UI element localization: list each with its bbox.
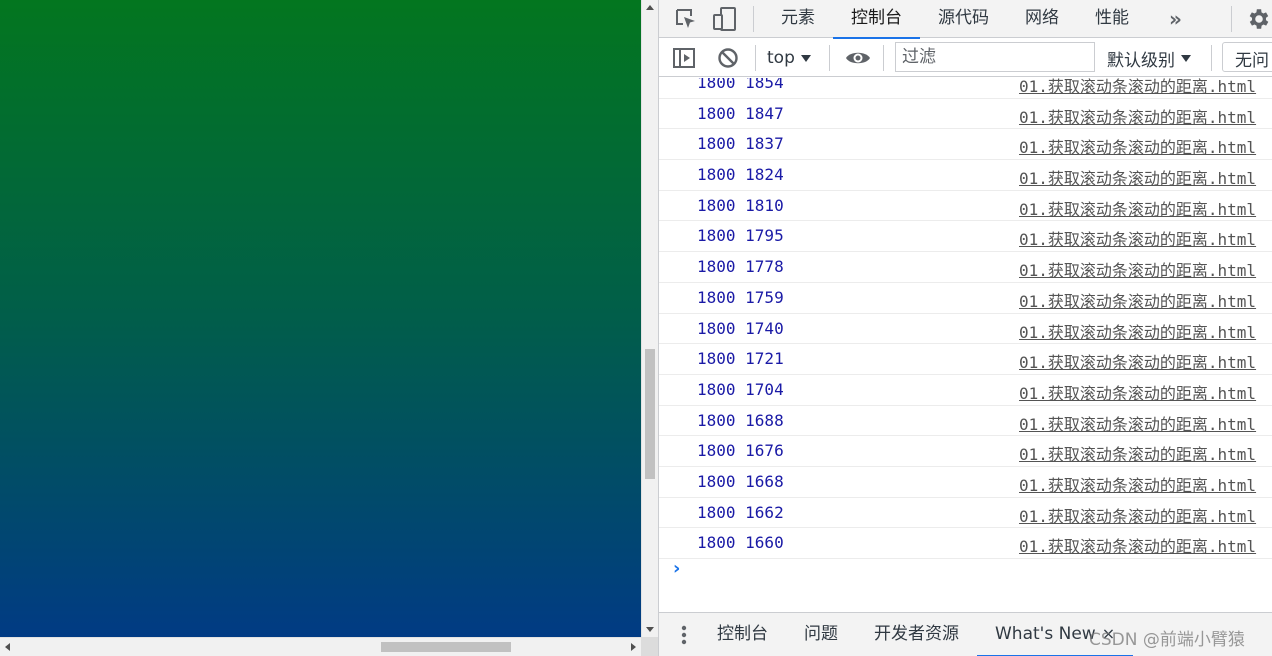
console-row: 1800 1854 01.获取滚动条滚动的距离.html bbox=[659, 78, 1272, 99]
tab-console[interactable]: 控制台 bbox=[833, 0, 920, 39]
console-source-link[interactable]: 01.获取滚动条滚动的距离.html bbox=[1019, 226, 1256, 250]
console-source-link[interactable]: 01.获取滚动条滚动的距离.html bbox=[1019, 411, 1256, 435]
console-source-link[interactable]: 01.获取滚动条滚动的距离.html bbox=[1019, 196, 1256, 220]
eye-icon[interactable] bbox=[845, 48, 871, 68]
console-message: 1800 1688 bbox=[697, 410, 784, 430]
devtools-tab-bar: 元素 控制台 源代码 网络 性能 » bbox=[659, 0, 1272, 39]
console-source-link[interactable]: 01.获取滚动条滚动的距离.html bbox=[1019, 503, 1256, 527]
console-source-link[interactable]: 01.获取滚动条滚动的距离.html bbox=[1019, 257, 1256, 281]
console-source-link[interactable]: 01.获取滚动条滚动的距离.html bbox=[1019, 441, 1256, 465]
page-viewport bbox=[0, 0, 641, 637]
console-source-link[interactable]: 01.获取滚动条滚动的距离.html bbox=[1019, 349, 1256, 373]
console-row: 1800 1676 01.获取滚动条滚动的距离.html bbox=[659, 436, 1272, 467]
devtools-tabs: 元素 控制台 源代码 网络 性能 bbox=[763, 0, 1147, 39]
tab-performance[interactable]: 性能 bbox=[1077, 0, 1147, 38]
console-row: 1800 1837 01.获取滚动条滚动的距离.html bbox=[659, 129, 1272, 161]
console-message: 1800 1704 bbox=[697, 379, 784, 399]
console-message: 1800 1668 bbox=[697, 471, 784, 491]
console-source-link[interactable]: 01.获取滚动条滚动的距离.html bbox=[1019, 319, 1256, 343]
clear-console-icon[interactable] bbox=[717, 47, 739, 69]
drawer-tabs: 控制台 问题 开发者资源 What's New × bbox=[699, 613, 1134, 656]
console-toolbar: top 默认级别 无问 bbox=[659, 39, 1272, 77]
console-rows: 1800 1854 01.获取滚动条滚动的距离.html 1800 1847 01.获… bbox=[659, 78, 1272, 559]
device-toolbar-icon[interactable] bbox=[713, 7, 737, 31]
console-row: 1800 1704 01.获取滚动条滚动的距离.html bbox=[659, 375, 1272, 406]
console-source-link[interactable]: 01.获取滚动条滚动的距离.html bbox=[1019, 380, 1256, 404]
drawer-tab-console[interactable]: 控制台 bbox=[699, 613, 786, 656]
console-row: 1800 1847 01.获取滚动条滚动的距离.html bbox=[659, 99, 1272, 130]
drawer-tab-developer-resources[interactable]: 开发者资源 bbox=[856, 613, 977, 656]
scroll-right-arrow-icon[interactable] bbox=[631, 643, 636, 651]
toolbar-divider bbox=[755, 45, 756, 71]
issues-button[interactable]: 无问 bbox=[1222, 42, 1272, 72]
context-selector[interactable]: top bbox=[767, 46, 811, 70]
tab-network[interactable]: 网络 bbox=[1007, 0, 1077, 38]
vertical-scroll-thumb[interactable] bbox=[645, 349, 655, 479]
console-message: 1800 1854 bbox=[697, 78, 784, 92]
console-row: 1800 1721 01.获取滚动条滚动的距离.html bbox=[659, 344, 1272, 375]
chevron-down-icon bbox=[1181, 54, 1191, 62]
context-selector-label: top bbox=[767, 48, 795, 68]
log-levels-selector[interactable]: 默认级别 bbox=[1107, 46, 1191, 71]
console-row: 1800 1778 01.获取滚动条滚动的距离.html bbox=[659, 252, 1272, 283]
toolbar-divider bbox=[883, 45, 884, 71]
toolbar-divider bbox=[1211, 45, 1212, 71]
scroll-down-arrow-icon[interactable] bbox=[646, 627, 654, 632]
console-row: 1800 1660 01.获取滚动条滚动的距离.html bbox=[659, 528, 1272, 559]
console-row: 1800 1759 01.获取滚动条滚动的距离.html bbox=[659, 283, 1272, 314]
console-message: 1800 1795 bbox=[697, 226, 784, 246]
console-output[interactable]: 1800 1854 01.获取滚动条滚动的距离.html 1800 1847 01.获… bbox=[659, 78, 1272, 612]
more-vertical-icon[interactable] bbox=[681, 625, 687, 645]
tab-sources[interactable]: 源代码 bbox=[920, 0, 1007, 38]
console-message: 1800 1759 bbox=[697, 287, 784, 307]
console-message: 1800 1837 bbox=[697, 134, 784, 154]
devtools-panel: 元素 控制台 源代码 网络 性能 » top 过滤 默认级别 无问 1800 1… bbox=[658, 0, 1272, 656]
console-source-link[interactable]: 01.获取滚动条滚动的距离.html bbox=[1019, 288, 1256, 312]
console-message: 1800 1660 bbox=[697, 533, 784, 553]
toolbar-divider bbox=[1231, 6, 1232, 32]
console-message: 1800 1662 bbox=[697, 502, 784, 522]
inspect-element-icon[interactable] bbox=[675, 8, 697, 30]
console-row: 1800 1824 01.获取滚动条滚动的距离.html bbox=[659, 160, 1272, 191]
toolbar-divider bbox=[829, 45, 830, 71]
console-source-link[interactable]: 01.获取滚动条滚动的距离.html bbox=[1019, 104, 1256, 128]
console-prompt[interactable]: › bbox=[673, 558, 680, 579]
devtools-drawer: 控制台 问题 开发者资源 What's New × CSDN @前端小臂猿 bbox=[659, 612, 1272, 656]
console-source-link[interactable]: 01.获取滚动条滚动的距离.html bbox=[1019, 78, 1256, 97]
tab-elements[interactable]: 元素 bbox=[763, 0, 833, 38]
console-message: 1800 1676 bbox=[697, 441, 784, 461]
page-vertical-scrollbar[interactable] bbox=[641, 0, 658, 637]
console-source-link[interactable]: 01.获取滚动条滚动的距离.html bbox=[1019, 472, 1256, 496]
console-row: 1800 1795 01.获取滚动条滚动的距离.html bbox=[659, 221, 1272, 253]
horizontal-scroll-thumb[interactable] bbox=[381, 642, 511, 652]
console-message: 1800 1721 bbox=[697, 349, 784, 369]
console-message: 1800 1847 bbox=[697, 103, 784, 123]
console-source-link[interactable]: 01.获取滚动条滚动的距离.html bbox=[1019, 134, 1256, 158]
more-tabs-icon[interactable]: » bbox=[1169, 7, 1182, 31]
console-message: 1800 1810 bbox=[697, 195, 784, 215]
console-row: 1800 1662 01.获取滚动条滚动的距离.html bbox=[659, 498, 1272, 529]
console-message: 1800 1778 bbox=[697, 257, 784, 277]
chevron-down-icon bbox=[800, 54, 811, 62]
sidebar-toggle-icon[interactable] bbox=[673, 48, 695, 68]
log-levels-label: 默认级别 bbox=[1107, 50, 1175, 71]
drawer-tab-issues[interactable]: 问题 bbox=[786, 613, 856, 656]
page-horizontal-scrollbar[interactable] bbox=[0, 637, 641, 656]
toolbar-divider bbox=[753, 6, 754, 32]
watermark: CSDN @前端小臂猿 bbox=[1089, 630, 1245, 650]
console-row: 1800 1688 01.获取滚动条滚动的距离.html bbox=[659, 406, 1272, 437]
scroll-left-arrow-icon[interactable] bbox=[5, 643, 10, 651]
console-row: 1800 1740 01.获取滚动条滚动的距离.html bbox=[659, 314, 1272, 345]
scrollbar-corner bbox=[641, 637, 658, 656]
console-row: 1800 1668 01.获取滚动条滚动的距离.html bbox=[659, 467, 1272, 498]
drawer-tab-whats-new-label: What's New bbox=[995, 624, 1096, 644]
scroll-up-arrow-icon[interactable] bbox=[646, 5, 654, 10]
console-row: 1800 1810 01.获取滚动条滚动的距离.html bbox=[659, 191, 1272, 222]
console-source-link[interactable]: 01.获取滚动条滚动的距离.html bbox=[1019, 533, 1256, 557]
gear-icon[interactable] bbox=[1246, 6, 1272, 32]
console-message: 1800 1740 bbox=[697, 318, 784, 338]
console-source-link[interactable]: 01.获取滚动条滚动的距离.html bbox=[1019, 165, 1256, 189]
filter-input[interactable] bbox=[895, 42, 1095, 72]
console-message: 1800 1824 bbox=[697, 165, 784, 185]
